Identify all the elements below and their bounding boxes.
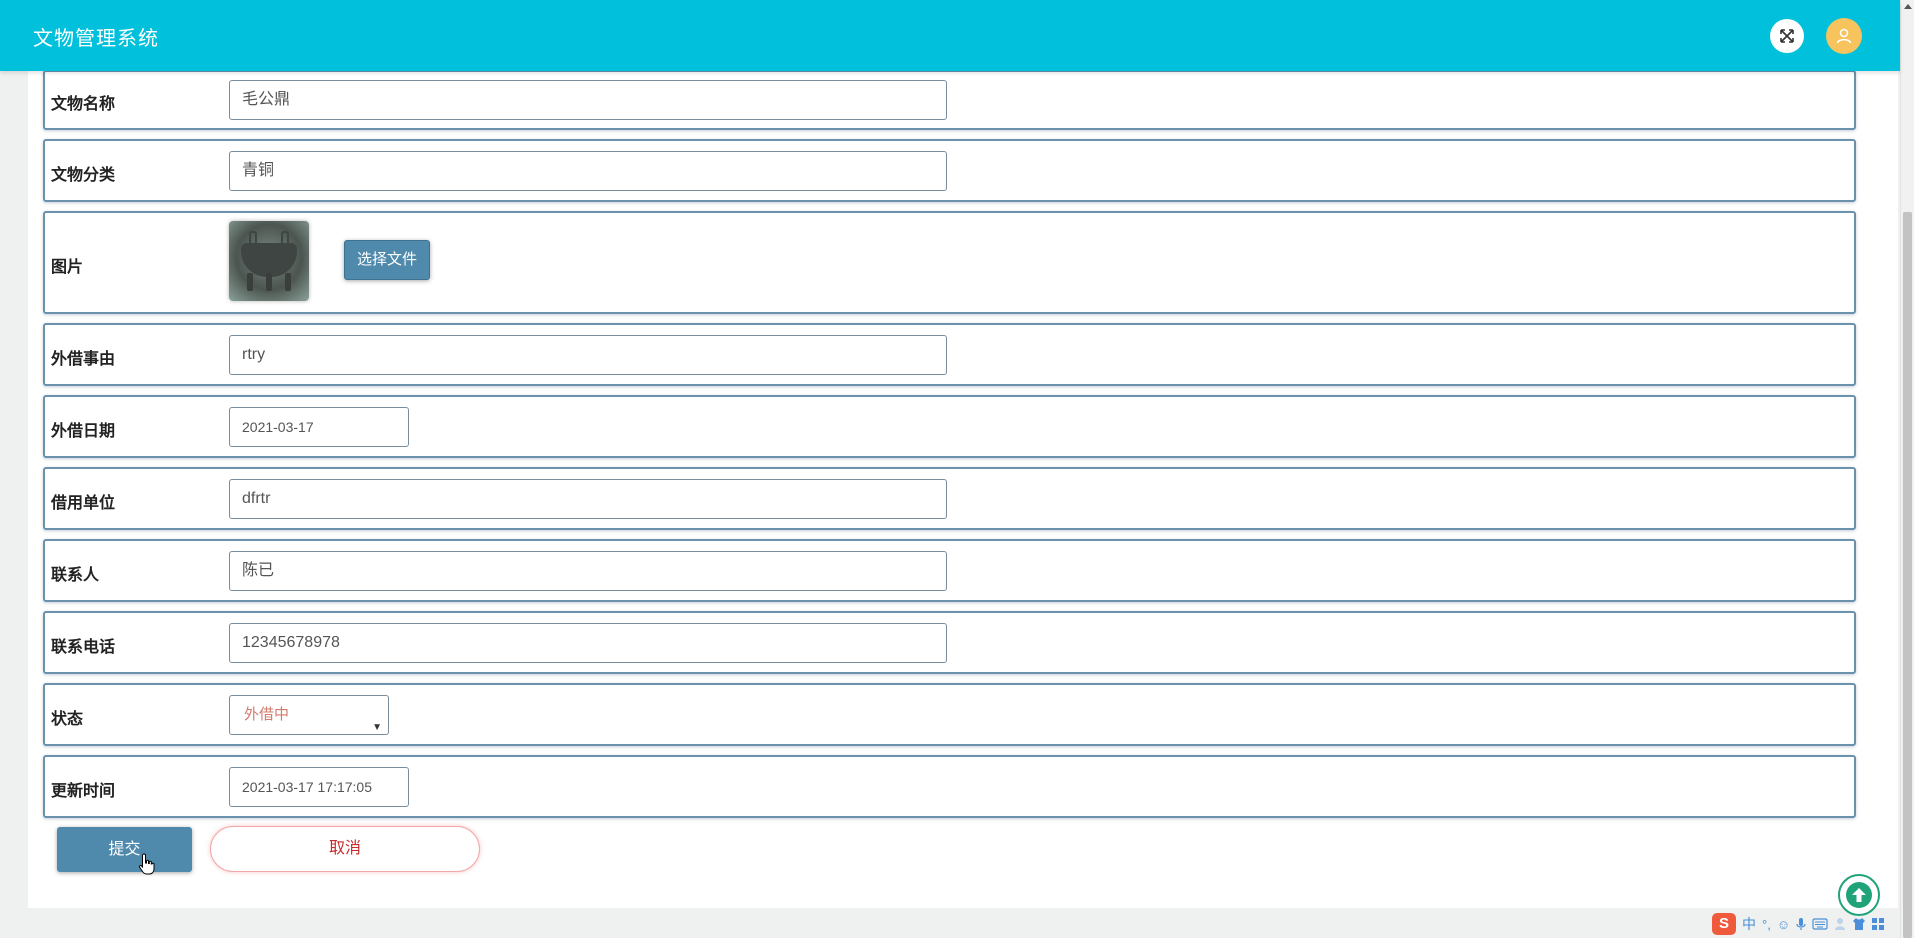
form-row-updated: 更新时间 2021-03-17 17:17:05: [43, 755, 1856, 818]
app-title: 文物管理系统: [33, 28, 159, 50]
microphone-icon[interactable]: [1796, 917, 1806, 931]
image-label: 图片: [51, 259, 84, 276]
chevron-down-icon: ▼: [372, 722, 382, 733]
emoji-icon[interactable]: ☺: [1777, 917, 1790, 932]
form-row-category: 文物分类 青铜: [43, 139, 1856, 202]
ime-mode[interactable]: 中: [1742, 914, 1756, 934]
phone-label: 联系电话: [51, 639, 116, 656]
form-row-phone: 联系电话 12345678978: [43, 611, 1856, 674]
contact-label: 联系人: [51, 567, 100, 584]
status-select[interactable]: 外借中 ▼: [229, 695, 389, 735]
user-icon[interactable]: [1834, 917, 1846, 931]
arrow-up-circle-icon: [1846, 882, 1872, 908]
form-row-contact: 联系人 陈已: [43, 539, 1856, 602]
ime-punctuation[interactable]: °,: [1762, 917, 1771, 932]
status-label: 状态: [51, 711, 84, 728]
artifact-image: [229, 221, 309, 301]
date-label: 外借日期: [51, 423, 116, 440]
contact-field[interactable]: 陈已: [229, 551, 947, 591]
reason-label: 外借事由: [51, 351, 116, 368]
borrower-label: 借用单位: [51, 495, 116, 512]
updated-label: 更新时间: [51, 783, 116, 800]
form-row-borrower: 借用单位 dfrtr: [43, 467, 1856, 530]
keyboard-icon[interactable]: [1812, 918, 1828, 930]
hand-cursor-icon: [138, 853, 155, 875]
scrollbar-thumb[interactable]: [1903, 212, 1912, 938]
back-to-top-button[interactable]: [1838, 874, 1880, 916]
category-field[interactable]: 青铜: [229, 151, 947, 191]
fullscreen-button[interactable]: [1770, 19, 1804, 53]
top-bar: 文物管理系统: [0, 0, 1900, 71]
page-scrollbar[interactable]: [1900, 0, 1914, 938]
form-row-date: 外借日期 2021-03-17: [43, 395, 1856, 458]
form-row-image: 图片 选择文件: [43, 211, 1856, 314]
category-label: 文物分类: [51, 167, 116, 184]
cancel-button[interactable]: 取消: [210, 826, 480, 872]
shirt-icon[interactable]: [1852, 917, 1866, 931]
borrower-field[interactable]: dfrtr: [229, 479, 947, 519]
choose-file-button[interactable]: 选择文件: [344, 240, 430, 280]
status-selected-value: 外借中: [244, 706, 290, 723]
fullscreen-expand-icon: [1780, 29, 1794, 43]
ime-toolbar: S 中 °, ☺: [1712, 912, 1900, 936]
phone-field[interactable]: 12345678978: [229, 623, 947, 663]
date-field[interactable]: 2021-03-17: [229, 407, 409, 447]
form-row-reason: 外借事由 rtry: [43, 323, 1856, 386]
form-row-status: 状态 外借中 ▼: [43, 683, 1856, 746]
avatar[interactable]: [1826, 18, 1862, 54]
grid-icon[interactable]: [1872, 918, 1885, 930]
form-row-name: 文物名称 毛公鼎: [43, 70, 1856, 130]
name-label: 文物名称: [51, 96, 116, 113]
reason-field[interactable]: rtry: [229, 335, 947, 375]
scroll-up-arrow-icon[interactable]: [1904, 4, 1912, 9]
sogou-logo-icon[interactable]: S: [1712, 913, 1736, 935]
updated-field[interactable]: 2021-03-17 17:17:05: [229, 767, 409, 807]
submit-button[interactable]: 提交: [57, 827, 192, 872]
user-icon: [1836, 28, 1852, 44]
name-field[interactable]: 毛公鼎: [229, 80, 947, 120]
